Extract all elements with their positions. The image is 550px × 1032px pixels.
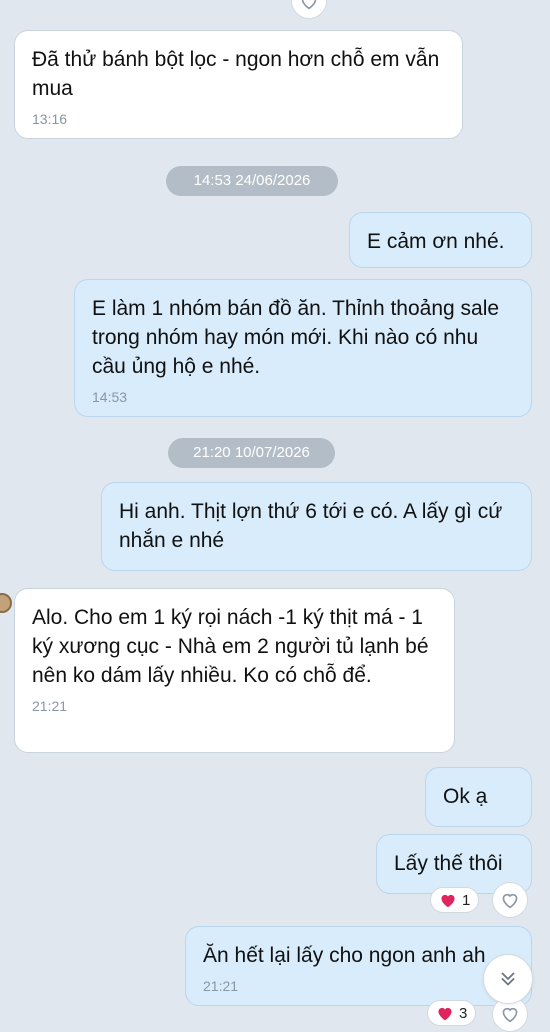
message-time: 21:21 (32, 698, 68, 714)
date-separator: 14:53 24/06/2026 (166, 166, 338, 196)
message-outgoing[interactable]: E làm 1 nhóm bán đồ ăn. Thỉnh thoảng sal… (74, 279, 532, 417)
message-text: Lấy thế thôi (394, 852, 503, 875)
message-outgoing[interactable]: Hi anh. Thịt lợn thứ 6 tới e có. A lấy g… (101, 482, 532, 571)
date-separator: 21:20 10/07/2026 (168, 438, 335, 468)
message-text: E cảm ơn nhé. (367, 230, 505, 253)
heart-outline-icon (502, 1007, 518, 1023)
reaction-pill[interactable]: 3 (427, 1000, 477, 1026)
message-text: Hi anh. Thịt lợn thứ 6 tới e có. A lấy g… (119, 500, 509, 552)
message-time: 21:21 (203, 978, 239, 994)
message-incoming[interactable]: Đã thử bánh bột lọc - ngon hơn chỗ em vẫ… (14, 30, 463, 139)
message-text: E làm 1 nhóm bán đồ ăn. Thỉnh thoảng sal… (92, 297, 505, 378)
message-incoming[interactable]: Alo. Cho em 1 ký rọi nách -1 ký thịt má … (14, 588, 455, 753)
reaction-pill[interactable]: 1 (430, 887, 480, 913)
double-chevron-down-icon (501, 972, 515, 986)
reaction-count: 1 (462, 891, 471, 909)
message-time: 14:53 (92, 389, 128, 405)
heart-icon (438, 1007, 452, 1021)
heart-outline-icon (502, 893, 518, 909)
message-outgoing[interactable]: E cảm ơn nhé. (349, 212, 532, 268)
heart-icon (441, 894, 455, 908)
message-outgoing[interactable]: Ăn hết lại lấy cho ngon anh ah 21:21 (185, 926, 532, 1006)
message-text: Ok ạ (443, 785, 488, 808)
message-text: Alo. Cho em 1 ký rọi nách -1 ký thịt má … (32, 606, 435, 687)
message-time: 13:16 (32, 111, 68, 127)
message-text: Ăn hết lại lấy cho ngon anh ah (203, 944, 486, 967)
scroll-to-bottom-button[interactable] (483, 954, 533, 1004)
avatar[interactable] (0, 593, 12, 613)
react-button-top[interactable] (291, 0, 327, 19)
heart-outline-icon (301, 0, 317, 10)
reaction-count: 3 (459, 1004, 468, 1022)
message-text: Đã thử bánh bột lọc - ngon hơn chỗ em vẫ… (32, 48, 446, 100)
message-outgoing[interactable]: Ok ạ (425, 767, 532, 827)
react-button[interactable] (492, 882, 528, 918)
